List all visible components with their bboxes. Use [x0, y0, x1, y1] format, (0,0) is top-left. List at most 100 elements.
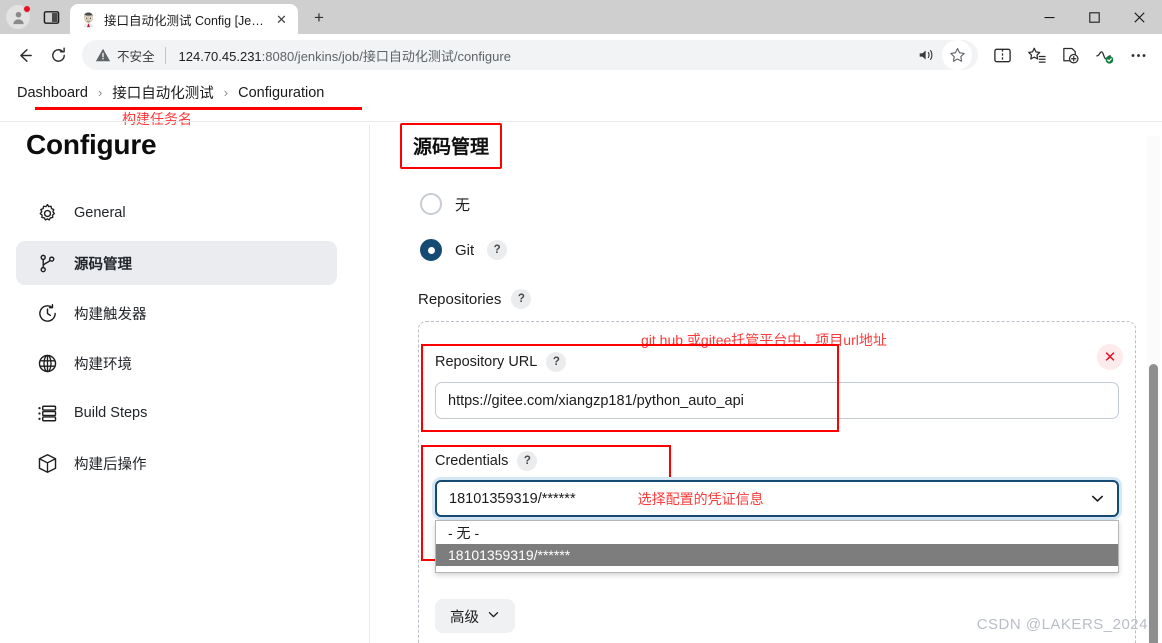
- sidebar-item-label: 构建环境: [74, 356, 132, 373]
- breadcrumb-separator: ›: [223, 85, 229, 100]
- notification-dot-icon: [23, 5, 31, 13]
- breadcrumb-item-job[interactable]: 接口自动化测试: [112, 82, 214, 103]
- clock-icon: [36, 302, 58, 324]
- credentials-label-text: Credentials: [435, 453, 509, 469]
- sidebar-item-label: General: [74, 205, 126, 221]
- package-box-icon: [36, 452, 58, 474]
- split-screen-icon[interactable]: [38, 4, 64, 30]
- credentials-dropdown-list[interactable]: - 无 - 18101359319/******: [435, 520, 1119, 573]
- sidebar-item-label: 构建触发器: [74, 306, 147, 323]
- profile-button[interactable]: [4, 3, 32, 31]
- minimize-button[interactable]: [1027, 0, 1072, 34]
- read-aloud-icon[interactable]: [912, 41, 940, 69]
- browser-toolbar: 不安全 124.70.45.231:8080/jenkins/job/接口自动化…: [0, 34, 1162, 76]
- chevron-down-icon: [487, 608, 500, 625]
- list-steps-icon: [36, 402, 58, 424]
- add-to-favorites-button[interactable]: [942, 40, 972, 70]
- sidebar-item-build-triggers[interactable]: 构建触发器: [16, 291, 337, 335]
- source-control-branch-icon: [36, 252, 58, 274]
- star-icon: [949, 47, 965, 62]
- more-options-icon[interactable]: [1122, 39, 1154, 71]
- repository-url-annotation: git hub 或gitee托管平台中，项目url地址: [641, 332, 887, 348]
- close-button[interactable]: [1117, 0, 1162, 34]
- credentials-option-none[interactable]: - 无 -: [436, 522, 1118, 544]
- scrollbar-thumb[interactable]: [1149, 364, 1158, 643]
- section-title-wrapper: 源码管理: [400, 123, 503, 169]
- address-bar-actions: [912, 40, 972, 70]
- advanced-button-label: 高级: [450, 609, 479, 626]
- back-arrow-icon[interactable]: [8, 39, 40, 71]
- browser-window: 接口自动化测试 Config [Jenkins] ✕ + 不安全 124.70.…: [0, 0, 1162, 643]
- jenkins-butler-favicon: [80, 11, 97, 28]
- url-path: :8080/jenkins/job/接口自动化测试/configure: [261, 48, 511, 64]
- advanced-button[interactable]: 高级: [435, 599, 515, 633]
- scm-option-git[interactable]: Git ?: [400, 239, 1136, 261]
- page-scrollbar[interactable]: [1147, 136, 1160, 643]
- tab-title: 接口自动化测试 Config [Jenkins]: [104, 13, 266, 28]
- radio-none[interactable]: [420, 193, 442, 215]
- configure-sidebar: Configure General 源码管理 构建触发器 构建环境 Build …: [0, 121, 370, 643]
- breadcrumb: Dashboard › 接口自动化测试 › Configuration: [0, 76, 1162, 109]
- credentials-label: Credentials ?: [435, 451, 1119, 471]
- repository-url-input[interactable]: https://gitee.com/xiangzp181/python_auto…: [435, 382, 1119, 419]
- sidebar-item-build-steps[interactable]: Build Steps: [16, 391, 337, 435]
- repositories-label: Repositories ?: [418, 289, 1136, 309]
- address-bar[interactable]: 不安全 124.70.45.231:8080/jenkins/job/接口自动化…: [82, 40, 978, 70]
- url-host: 124.70.45.231: [178, 48, 262, 64]
- credentials-selected-value: 18101359319/******: [449, 490, 576, 507]
- security-status[interactable]: 不安全: [95, 46, 155, 65]
- scm-option-none[interactable]: 无: [400, 193, 1136, 215]
- gear-icon: [36, 202, 58, 224]
- help-icon-credentials[interactable]: ?: [517, 451, 538, 471]
- section-title: 源码管理: [400, 123, 503, 169]
- page-body: Configure General 源码管理 构建触发器 构建环境 Build …: [0, 109, 1162, 643]
- credentials-select-wrapper: 18101359319/****** 选择配置的凭证信息 - 无 - 18101…: [435, 480, 1119, 573]
- warning-triangle-icon: [95, 48, 111, 62]
- jenkins-page: Dashboard › 接口自动化测试 › Configuration 构建任务…: [0, 76, 1162, 643]
- sidebar-item-label: 构建后操作: [74, 456, 147, 473]
- add-favorites-icon[interactable]: [1054, 39, 1086, 71]
- reload-icon[interactable]: [42, 39, 74, 71]
- sidebar-item-label: Build Steps: [74, 405, 148, 421]
- breadcrumb-item-configuration[interactable]: Configuration: [238, 85, 324, 101]
- repository-url-label-text: Repository URL: [435, 354, 538, 370]
- help-icon-repositories[interactable]: ?: [511, 289, 532, 309]
- browser-essentials-icon[interactable]: [1088, 39, 1120, 71]
- sidebar-item-label: 源码管理: [74, 256, 132, 273]
- credentials-annotation-label: 选择配置的凭证信息: [637, 490, 764, 507]
- sidebar-item-build-environment[interactable]: 构建环境: [16, 341, 337, 385]
- breadcrumb-annotation-underline: [35, 107, 362, 110]
- chevron-down-icon[interactable]: [1090, 491, 1105, 506]
- sidebar-item-post-build-actions[interactable]: 构建后操作: [16, 441, 337, 485]
- address-bar-url: 124.70.45.231:8080/jenkins/job/接口自动化测试/c…: [179, 46, 904, 65]
- repository-url-label: Repository URL ?: [435, 352, 1119, 372]
- breadcrumb-item-dashboard[interactable]: Dashboard: [17, 85, 88, 101]
- new-tab-button[interactable]: +: [305, 4, 333, 32]
- scm-option-label: Git: [455, 241, 475, 259]
- repository-entry-card: git hub 或gitee托管平台中，项目url地址 ✕ Repository…: [418, 321, 1136, 643]
- browser-tab[interactable]: 接口自动化测试 Config [Jenkins] ✕: [70, 4, 298, 34]
- maximize-button[interactable]: [1072, 0, 1117, 34]
- scm-option-label: 无: [455, 196, 471, 214]
- sidebar-nav: General 源码管理 构建触发器 构建环境 Build Steps 构建后操…: [0, 191, 354, 485]
- credentials-select[interactable]: 18101359319/****** 选择配置的凭证信息: [435, 480, 1119, 517]
- collections-star-icon[interactable]: [1020, 39, 1052, 71]
- repositories-label-text: Repositories: [418, 290, 502, 308]
- credentials-group: Credentials ? 18101359319/****** 选择配置的凭证…: [421, 445, 1119, 573]
- security-label: 不安全: [117, 49, 155, 64]
- split-screen-icon[interactable]: [986, 39, 1018, 71]
- window-controls: [1027, 0, 1162, 34]
- configure-main-panel: 源码管理 无 Git ? Repositories ? git hub 或git…: [370, 121, 1162, 643]
- sidebar-item-general[interactable]: General: [16, 191, 337, 235]
- help-icon-git[interactable]: ?: [487, 240, 508, 260]
- title-bar-left-controls: [0, 0, 68, 34]
- breadcrumb-separator: ›: [97, 85, 103, 100]
- help-icon-repository-url[interactable]: ?: [546, 352, 567, 372]
- tab-close-icon[interactable]: ✕: [273, 11, 290, 28]
- watermark: CSDN @LAKERS_2024: [976, 616, 1148, 633]
- credentials-option-selected[interactable]: 18101359319/******: [436, 544, 1118, 566]
- sidebar-item-scm[interactable]: 源码管理: [16, 241, 337, 285]
- radio-git[interactable]: [420, 239, 442, 261]
- browser-title-bar: 接口自动化测试 Config [Jenkins] ✕ +: [0, 0, 1162, 34]
- page-title: Configure: [26, 129, 157, 160]
